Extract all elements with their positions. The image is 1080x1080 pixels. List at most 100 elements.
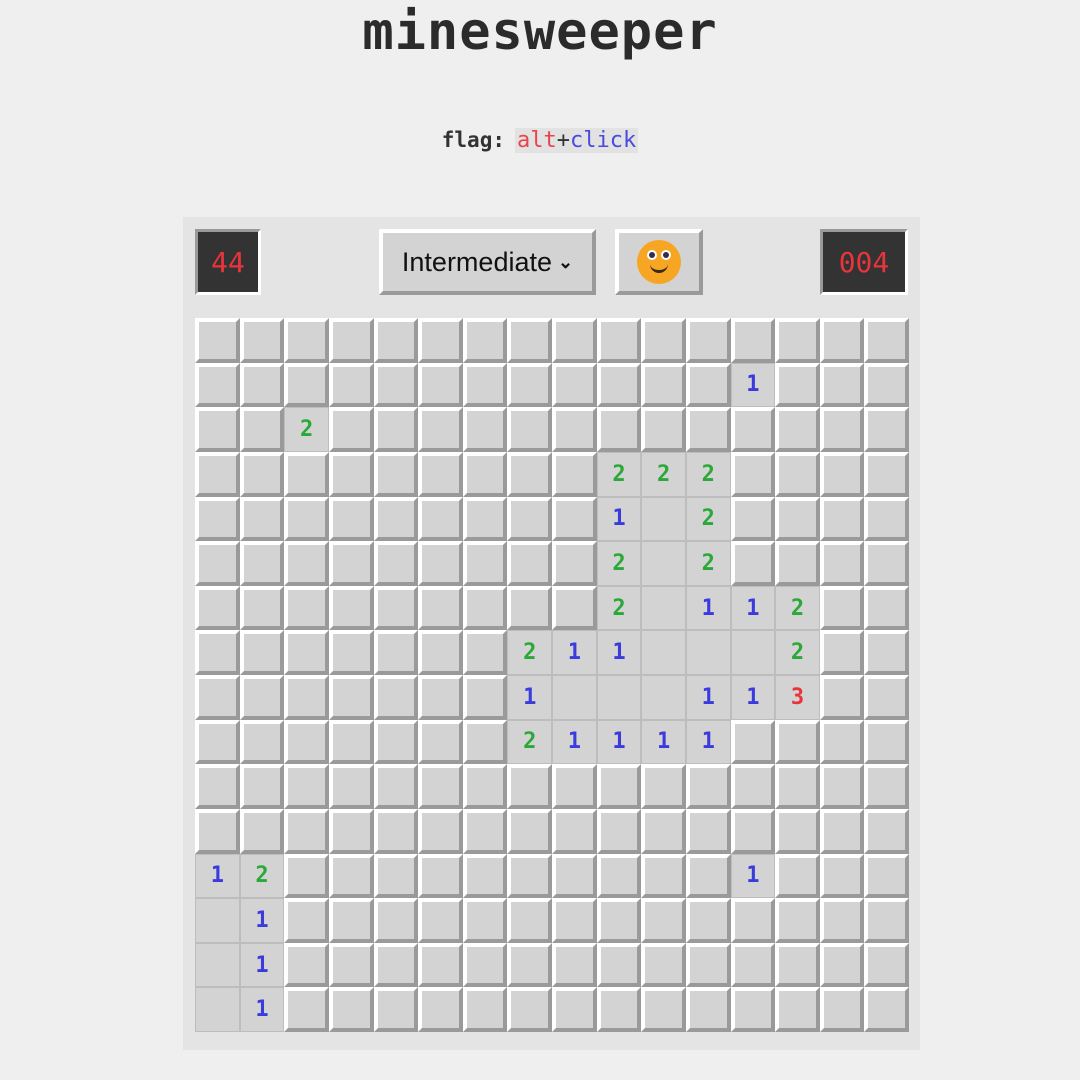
- hidden-cell[interactable]: [864, 496, 909, 542]
- hidden-cell[interactable]: [328, 496, 374, 542]
- hidden-cell[interactable]: [195, 764, 240, 809]
- hidden-cell[interactable]: [507, 496, 552, 542]
- revealed-empty-cell[interactable]: [641, 496, 686, 542]
- hidden-cell[interactable]: [641, 407, 686, 452]
- revealed-number-cell[interactable]: 1: [552, 630, 597, 675]
- hidden-cell[interactable]: [552, 318, 597, 363]
- hidden-cell[interactable]: [864, 585, 909, 631]
- revealed-number-cell[interactable]: 1: [641, 719, 686, 765]
- hidden-cell[interactable]: [195, 675, 240, 720]
- hidden-cell[interactable]: [641, 987, 686, 1032]
- hidden-cell[interactable]: [641, 808, 686, 854]
- hidden-cell[interactable]: [195, 362, 240, 408]
- hidden-cell[interactable]: [819, 764, 865, 809]
- hidden-cell[interactable]: [775, 451, 820, 497]
- revealed-empty-cell[interactable]: [730, 630, 776, 675]
- reset-button[interactable]: [615, 229, 703, 295]
- hidden-cell[interactable]: [239, 362, 285, 408]
- hidden-cell[interactable]: [552, 808, 597, 854]
- hidden-cell[interactable]: [328, 942, 374, 988]
- hidden-cell[interactable]: [775, 541, 820, 586]
- hidden-cell[interactable]: [373, 451, 419, 497]
- hidden-cell[interactable]: [507, 898, 552, 943]
- hidden-cell[interactable]: [775, 719, 820, 765]
- hidden-cell[interactable]: [685, 318, 731, 363]
- hidden-cell[interactable]: [819, 898, 865, 943]
- hidden-cell[interactable]: [373, 630, 419, 675]
- hidden-cell[interactable]: [284, 675, 329, 720]
- hidden-cell[interactable]: [284, 987, 329, 1032]
- hidden-cell[interactable]: [328, 630, 374, 675]
- hidden-cell[interactable]: [462, 407, 508, 452]
- hidden-cell[interactable]: [418, 630, 463, 675]
- hidden-cell[interactable]: [596, 362, 642, 408]
- hidden-cell[interactable]: [507, 585, 552, 631]
- hidden-cell[interactable]: [641, 318, 686, 363]
- revealed-number-cell[interactable]: 2: [641, 451, 686, 497]
- hidden-cell[interactable]: [418, 541, 463, 586]
- hidden-cell[interactable]: [685, 764, 731, 809]
- hidden-cell[interactable]: [239, 318, 285, 363]
- hidden-cell[interactable]: [596, 808, 642, 854]
- hidden-cell[interactable]: [552, 451, 597, 497]
- hidden-cell[interactable]: [596, 853, 642, 899]
- hidden-cell[interactable]: [328, 987, 374, 1032]
- hidden-cell[interactable]: [775, 496, 820, 542]
- revealed-number-cell[interactable]: 1: [195, 853, 240, 899]
- revealed-empty-cell[interactable]: [596, 675, 642, 720]
- hidden-cell[interactable]: [819, 451, 865, 497]
- revealed-number-cell[interactable]: 2: [685, 496, 731, 542]
- hidden-cell[interactable]: [819, 541, 865, 586]
- hidden-cell[interactable]: [685, 853, 731, 899]
- hidden-cell[interactable]: [195, 407, 240, 452]
- hidden-cell[interactable]: [730, 451, 776, 497]
- hidden-cell[interactable]: [775, 808, 820, 854]
- hidden-cell[interactable]: [462, 987, 508, 1032]
- hidden-cell[interactable]: [328, 407, 374, 452]
- hidden-cell[interactable]: [418, 808, 463, 854]
- hidden-cell[interactable]: [418, 407, 463, 452]
- hidden-cell[interactable]: [328, 853, 374, 899]
- hidden-cell[interactable]: [775, 853, 820, 899]
- revealed-number-cell[interactable]: 1: [685, 585, 731, 631]
- revealed-number-cell[interactable]: 2: [685, 541, 731, 586]
- hidden-cell[interactable]: [239, 808, 285, 854]
- hidden-cell[interactable]: [418, 585, 463, 631]
- revealed-empty-cell[interactable]: [552, 675, 597, 720]
- hidden-cell[interactable]: [418, 496, 463, 542]
- hidden-cell[interactable]: [596, 318, 642, 363]
- hidden-cell[interactable]: [373, 318, 419, 363]
- hidden-cell[interactable]: [239, 585, 285, 631]
- hidden-cell[interactable]: [418, 853, 463, 899]
- revealed-number-cell[interactable]: 1: [730, 585, 776, 631]
- revealed-number-cell[interactable]: 2: [596, 451, 642, 497]
- revealed-empty-cell[interactable]: [641, 630, 686, 675]
- hidden-cell[interactable]: [552, 362, 597, 408]
- hidden-cell[interactable]: [507, 764, 552, 809]
- hidden-cell[interactable]: [552, 496, 597, 542]
- hidden-cell[interactable]: [596, 764, 642, 809]
- hidden-cell[interactable]: [195, 585, 240, 631]
- hidden-cell[interactable]: [373, 987, 419, 1032]
- hidden-cell[interactable]: [775, 362, 820, 408]
- hidden-cell[interactable]: [730, 318, 776, 363]
- revealed-number-cell[interactable]: 1: [730, 675, 776, 720]
- hidden-cell[interactable]: [239, 630, 285, 675]
- hidden-cell[interactable]: [373, 496, 419, 542]
- revealed-empty-cell[interactable]: [195, 898, 240, 943]
- revealed-number-cell[interactable]: 2: [507, 630, 552, 675]
- hidden-cell[interactable]: [685, 942, 731, 988]
- hidden-cell[interactable]: [328, 675, 374, 720]
- revealed-number-cell[interactable]: 1: [730, 362, 776, 408]
- hidden-cell[interactable]: [328, 764, 374, 809]
- hidden-cell[interactable]: [775, 942, 820, 988]
- hidden-cell[interactable]: [284, 898, 329, 943]
- revealed-number-cell[interactable]: 1: [730, 853, 776, 899]
- revealed-number-cell[interactable]: 2: [507, 719, 552, 765]
- hidden-cell[interactable]: [284, 630, 329, 675]
- hidden-cell[interactable]: [373, 898, 419, 943]
- hidden-cell[interactable]: [239, 496, 285, 542]
- hidden-cell[interactable]: [864, 451, 909, 497]
- hidden-cell[interactable]: [775, 407, 820, 452]
- hidden-cell[interactable]: [641, 942, 686, 988]
